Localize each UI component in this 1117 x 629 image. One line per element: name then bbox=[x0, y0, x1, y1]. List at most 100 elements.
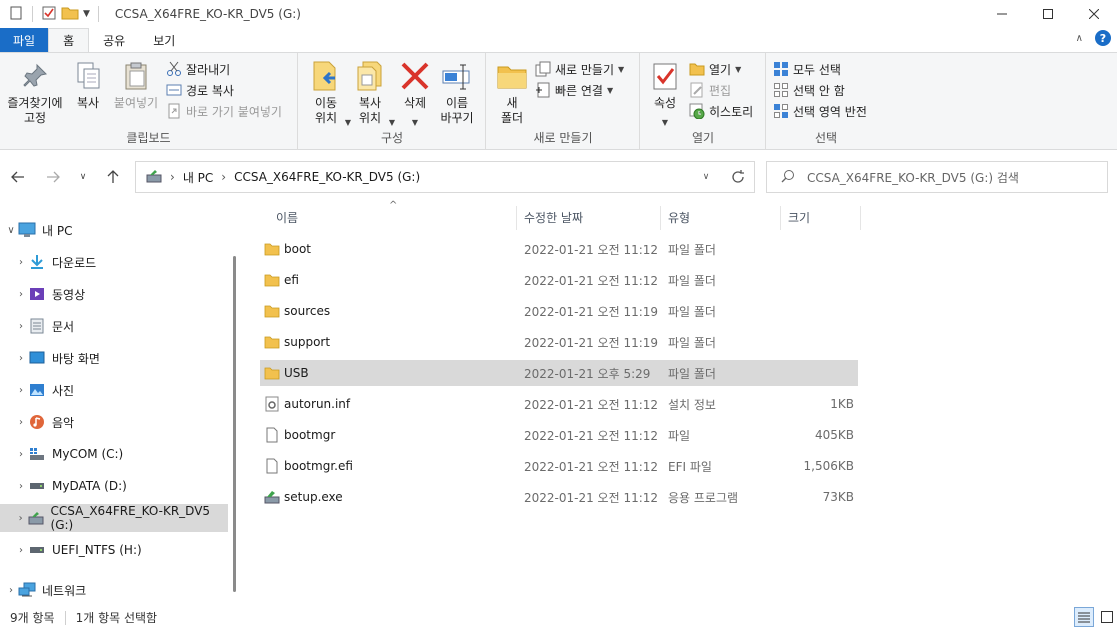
tree-item-videos[interactable]: › 동영상 bbox=[0, 280, 228, 308]
move-to-button[interactable]: 이동 위치 ▼ bbox=[305, 59, 351, 127]
table-row[interactable]: support 2022-01-21 오전 11:19 파일 폴더 bbox=[260, 329, 858, 355]
easy-access-button[interactable]: 빠른 연결 ▼ bbox=[535, 80, 613, 100]
open-button[interactable]: 열기 ▼ bbox=[689, 59, 741, 79]
table-row[interactable]: efi 2022-01-21 오전 11:12 파일 폴더 bbox=[260, 267, 858, 293]
up-button[interactable] bbox=[103, 167, 123, 187]
tree-expand-chevron-icon[interactable]: › bbox=[4, 585, 18, 596]
properties-quick-icon[interactable] bbox=[41, 5, 57, 24]
copy-to-button[interactable]: 복사 위치 ▼ bbox=[349, 59, 395, 127]
nav-pane-scrollbar[interactable] bbox=[233, 256, 236, 592]
folder-icon bbox=[264, 243, 280, 256]
new-item-button[interactable]: 새로 만들기 ▼ bbox=[535, 59, 624, 79]
breadcrumb-this-pc[interactable]: 내 PC bbox=[183, 169, 213, 186]
select-all-button[interactable]: 모두 선택 bbox=[773, 59, 841, 79]
tree-expand-chevron-icon[interactable]: › bbox=[14, 321, 28, 332]
tab-file[interactable]: 파일 bbox=[0, 28, 49, 52]
tree-expand-chevron-icon[interactable]: › bbox=[14, 289, 28, 300]
edit-button[interactable]: 편집 bbox=[689, 80, 731, 100]
rename-button[interactable]: 이름 바꾸기 bbox=[437, 59, 477, 126]
new-folder-button[interactable]: 새 폴더 bbox=[495, 59, 529, 126]
tree-item-network[interactable]: › 네트워크 bbox=[0, 576, 228, 604]
new-item-label: 새로 만들기 bbox=[555, 62, 615, 77]
close-button[interactable] bbox=[1071, 0, 1117, 28]
details-view-button[interactable] bbox=[1074, 607, 1094, 627]
tree-expand-chevron-icon[interactable]: › bbox=[14, 449, 28, 460]
minimize-button[interactable] bbox=[979, 0, 1025, 28]
selected-count: 1개 항목 선택함 bbox=[75, 611, 158, 625]
tree-expand-chevron-icon[interactable]: › bbox=[14, 353, 28, 364]
tree-item-drive-g[interactable]: › CCSA_X64FRE_KO-KR_DV5 (G:) bbox=[0, 504, 228, 532]
delete-chevron-icon: ▼ bbox=[411, 118, 419, 127]
customize-toolbar-chevron-icon[interactable]: ▼ bbox=[83, 9, 90, 19]
column-header-modified[interactable]: 수정한 날짜 bbox=[524, 204, 583, 230]
forward-button[interactable] bbox=[43, 167, 63, 187]
file-modified: 2022-01-21 오전 11:19 bbox=[524, 335, 659, 350]
table-row[interactable]: setup.exe 2022-01-21 오전 11:12 응용 프로그램 73… bbox=[260, 484, 858, 510]
download-icon bbox=[28, 254, 46, 270]
tree-expand-chevron-icon[interactable]: › bbox=[14, 417, 28, 428]
table-row[interactable]: boot 2022-01-21 오전 11:12 파일 폴더 bbox=[260, 236, 858, 262]
file-name: bootmgr bbox=[284, 428, 336, 442]
tree-expand-chevron-icon[interactable]: › bbox=[14, 545, 28, 556]
collapse-ribbon-chevron-icon[interactable]: ∧ bbox=[1076, 33, 1083, 44]
column-divider[interactable] bbox=[860, 206, 861, 230]
dvd-drive-icon bbox=[146, 169, 162, 186]
copy-path-button[interactable]: 경로 복사 bbox=[166, 80, 234, 100]
copy-button[interactable]: 복사 bbox=[70, 59, 106, 111]
tree-item-documents[interactable]: › 문서 bbox=[0, 312, 228, 340]
window-app-icon[interactable] bbox=[8, 5, 24, 24]
table-row[interactable]: sources 2022-01-21 오전 11:19 파일 폴더 bbox=[260, 298, 858, 324]
table-row[interactable]: bootmgr 2022-01-21 오전 11:12 파일 405KB bbox=[260, 422, 858, 448]
tree-expand-chevron-icon[interactable]: › bbox=[14, 481, 28, 492]
table-row[interactable]: autorun.inf 2022-01-21 오전 11:12 설치 정보 1K… bbox=[260, 391, 858, 417]
paste-button[interactable]: 붙여넣기 bbox=[110, 59, 162, 111]
properties-button[interactable]: 속성 ▼ bbox=[647, 59, 683, 130]
pin-to-quick-access-button[interactable]: 즐겨찾기에 고정 bbox=[4, 59, 66, 126]
tree-item-this-pc[interactable]: ∨ 내 PC bbox=[0, 216, 228, 244]
tree-expand-chevron-icon[interactable]: › bbox=[14, 257, 28, 268]
refresh-icon[interactable] bbox=[722, 170, 754, 184]
paste-shortcut-button[interactable]: 바로 가기 붙여넣기 bbox=[166, 101, 282, 121]
tree-item-desktop[interactable]: › 바탕 화면 bbox=[0, 344, 228, 372]
invert-selection-button[interactable]: 선택 영역 반전 bbox=[773, 101, 867, 121]
select-none-button[interactable]: 선택 안 함 bbox=[773, 80, 845, 100]
new-folder-quick-icon[interactable] bbox=[61, 5, 79, 24]
column-divider[interactable] bbox=[780, 206, 781, 230]
new-folder-label: 새 폴더 bbox=[500, 96, 524, 125]
address-history-chevron-icon[interactable]: ∨ bbox=[690, 172, 722, 182]
recent-locations-button[interactable]: ∨ bbox=[73, 167, 93, 187]
column-header-name[interactable]: 이름 bbox=[276, 204, 298, 230]
tree-item-music[interactable]: › 음악 bbox=[0, 408, 228, 436]
tree-expand-chevron-icon[interactable]: › bbox=[14, 385, 28, 396]
search-box[interactable]: CCSA_X64FRE_KO-KR_DV5 (G:) 검색 bbox=[766, 161, 1108, 193]
back-button[interactable] bbox=[8, 167, 28, 187]
tree-item-pictures[interactable]: › 사진 bbox=[0, 376, 228, 404]
tree-expand-chevron-icon[interactable]: ∨ bbox=[4, 225, 18, 236]
breadcrumb-drive[interactable]: CCSA_X64FRE_KO-KR_DV5 (G:) bbox=[234, 170, 420, 184]
pin-label: 즐겨찾기에 고정 bbox=[7, 96, 63, 125]
tree-item-drive-d[interactable]: › MyDATA (D:) bbox=[0, 472, 228, 500]
tab-share[interactable]: 공유 bbox=[89, 28, 139, 52]
column-divider[interactable] bbox=[516, 206, 517, 230]
new-folder-icon bbox=[495, 59, 529, 93]
column-divider[interactable] bbox=[660, 206, 661, 230]
column-header-type[interactable]: 유형 bbox=[668, 204, 690, 230]
tree-item-downloads[interactable]: › 다운로드 bbox=[0, 248, 228, 276]
delete-button[interactable]: 삭제 ▼ bbox=[397, 59, 433, 130]
tab-view[interactable]: 보기 bbox=[139, 28, 189, 52]
tab-home[interactable]: 홈 bbox=[48, 28, 90, 52]
network-icon bbox=[18, 582, 36, 598]
tree-item-drive-c[interactable]: › MyCOM (C:) bbox=[0, 440, 228, 468]
table-row[interactable]: bootmgr.efi 2022-01-21 오전 11:12 EFI 파일 1… bbox=[260, 453, 858, 479]
help-icon[interactable]: ? bbox=[1095, 30, 1111, 46]
history-button[interactable]: 히스토리 bbox=[689, 101, 753, 121]
large-icons-view-button[interactable] bbox=[1097, 607, 1117, 627]
file-size: 73KB bbox=[822, 490, 854, 504]
address-bar[interactable]: › 내 PC › CCSA_X64FRE_KO-KR_DV5 (G:) ∨ bbox=[135, 161, 755, 193]
table-row[interactable]: USB 2022-01-21 오후 5:29 파일 폴더 bbox=[260, 360, 858, 386]
tree-expand-chevron-icon[interactable]: › bbox=[14, 513, 27, 524]
column-header-size[interactable]: 크기 bbox=[788, 204, 810, 230]
tree-item-drive-h[interactable]: › UEFI_NTFS (H:) bbox=[0, 536, 228, 564]
cut-button[interactable]: 잘라내기 bbox=[166, 59, 230, 79]
maximize-button[interactable] bbox=[1025, 0, 1071, 28]
